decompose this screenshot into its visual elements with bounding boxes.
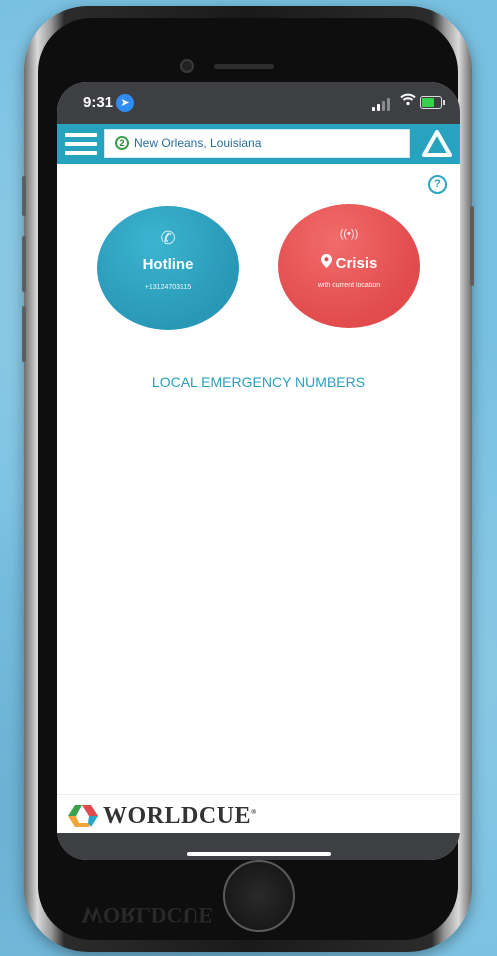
- location-arrow-icon: ➤: [116, 94, 134, 112]
- broadcast-icon: ((•)): [339, 228, 359, 240]
- mute-switch: [22, 176, 26, 216]
- status-time: 9:31: [83, 94, 114, 111]
- power-button: [470, 206, 474, 286]
- worldcue-brand-logo-icon: [68, 805, 98, 827]
- help-icon[interactable]: ?: [428, 175, 447, 194]
- location-badge: 2: [115, 136, 129, 150]
- footer-brand: WORLDCUE®: [57, 794, 460, 834]
- hotline-title: Hotline: [142, 256, 194, 273]
- volume-up-button: [22, 236, 26, 292]
- location-pin-icon: [320, 254, 332, 271]
- reflected-brand: WORLDCUE: [81, 903, 214, 928]
- worldcue-logo-button[interactable]: [420, 127, 454, 161]
- phone-icon: ✆: [160, 228, 176, 248]
- home-indicator[interactable]: [187, 852, 331, 856]
- crisis-title-row: Crisis: [278, 254, 420, 272]
- status-bar: 9:31 ➤: [57, 82, 460, 124]
- front-camera: [180, 59, 194, 73]
- hotline-button[interactable]: ✆ Hotline +13124703115: [97, 206, 239, 330]
- location-field[interactable]: 2 New Orleans, Louisiana: [104, 129, 410, 158]
- app-screen: 9:31 ➤ 2 New Orleans, Louisiana ? ✆ Hotl…: [57, 82, 460, 860]
- location-text: New Orleans, Louisiana: [134, 136, 262, 150]
- app-header: 2 New Orleans, Louisiana: [57, 124, 460, 164]
- hotline-number: +13124703115: [144, 284, 192, 291]
- worldcue-logo-icon: [422, 130, 452, 157]
- wifi-icon: [400, 93, 416, 109]
- menu-button[interactable]: [65, 130, 97, 158]
- brand-name: WORLDCUE®: [103, 803, 257, 829]
- home-bar-area: [57, 833, 460, 860]
- battery-icon: [420, 96, 442, 109]
- crisis-button[interactable]: ((•)) Crisis with current location: [278, 204, 420, 328]
- status-icons: [372, 93, 445, 111]
- menu-icon: [65, 133, 97, 137]
- earpiece-speaker: [214, 64, 274, 69]
- volume-down-button: [22, 306, 26, 362]
- crisis-subtitle: with current location: [317, 282, 381, 289]
- home-button[interactable]: [223, 860, 295, 932]
- crisis-title: Crisis: [335, 255, 378, 272]
- local-emergency-numbers-link[interactable]: LOCAL EMERGENCY NUMBERS: [57, 374, 460, 390]
